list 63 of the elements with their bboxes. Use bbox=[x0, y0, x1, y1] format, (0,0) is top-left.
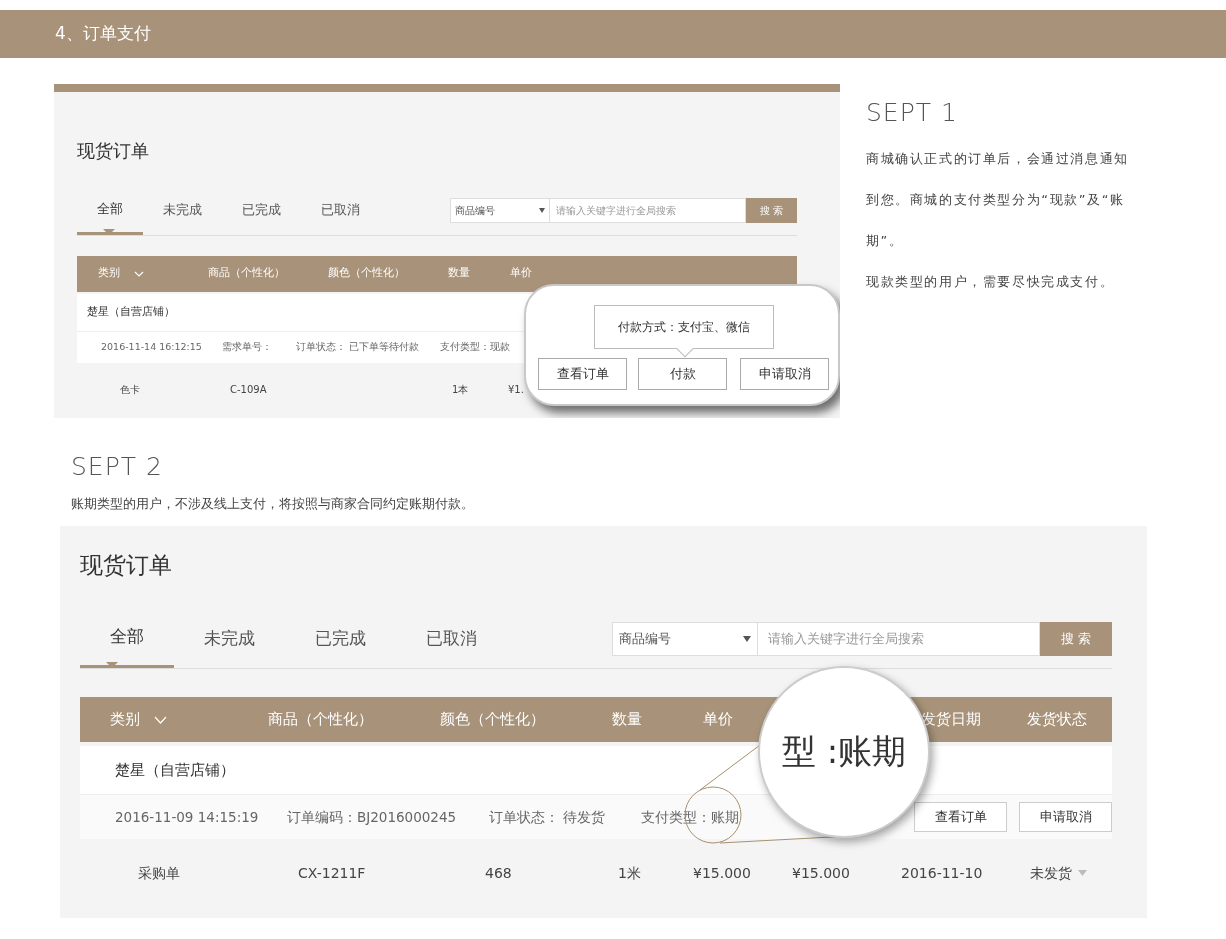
order-button[interactable]: 付款 bbox=[638, 358, 727, 390]
store-name: 楚星（自营店铺） bbox=[87, 303, 175, 320]
table-cell-text: C-109A bbox=[230, 383, 267, 398]
column-header: 类别 bbox=[110, 709, 140, 731]
magnified-text: 型 :账期 bbox=[781, 730, 907, 773]
tab[interactable]: 已完成 bbox=[222, 185, 301, 235]
search-field[interactable]: 请输入关键字进行全局搜索 bbox=[550, 197, 746, 223]
column-header: 发货状态 bbox=[1027, 709, 1087, 731]
order-field: 订单编码：BJ2016000245 bbox=[287, 808, 457, 825]
search-field[interactable]: 请输入关键字进行全局搜索 bbox=[758, 621, 1040, 656]
tab[interactable]: 已完成 bbox=[285, 609, 396, 669]
step-title: SEPT 2 bbox=[71, 452, 163, 482]
table-cell-text: CX-1211F bbox=[298, 863, 366, 883]
order-field: 支付类型：账期 bbox=[641, 808, 739, 825]
order-field: 2016-11-09 14:15:19 bbox=[115, 808, 259, 825]
step-title: SEPT 1 bbox=[866, 98, 959, 128]
table-cell-text: 采购单 bbox=[138, 863, 180, 883]
table-cell-text: ¥1. bbox=[508, 383, 524, 398]
table-cell-text: 468 bbox=[485, 863, 512, 883]
column-header: 商品（个性化） bbox=[268, 709, 373, 731]
step-description: 商城确认正式的订单后，会通过消息通知到您。商城的支付类型分为“现款”及“账期”。 bbox=[866, 150, 1130, 250]
category-select[interactable]: 商品编号 bbox=[612, 621, 758, 656]
page-title: 现货订单 bbox=[80, 551, 173, 580]
table-cell-text: 色卡 bbox=[120, 383, 140, 398]
column-header: 单价 bbox=[510, 265, 532, 282]
tab[interactable]: 已取消 bbox=[301, 185, 380, 235]
table-cell-text: ¥15.000 bbox=[693, 863, 751, 883]
column-header: 单价 bbox=[703, 709, 733, 731]
table-cell-text: 1本 bbox=[452, 383, 469, 398]
order-button[interactable]: 查看订单 bbox=[538, 358, 627, 390]
category-select[interactable]: 商品编号 bbox=[450, 197, 550, 223]
order-button[interactable]: 申请取消 bbox=[1019, 802, 1112, 833]
order-button[interactable]: 申请取消 bbox=[740, 358, 829, 390]
order-field: 订单状态： 待发货 bbox=[489, 808, 606, 825]
dropdown-arrow-icon bbox=[743, 635, 751, 642]
tab[interactable]: 已取消 bbox=[396, 609, 507, 669]
column-header: 类别 bbox=[98, 265, 120, 282]
table-cell-text: ¥15.000 bbox=[792, 863, 850, 883]
order-field: 2016-11-14 16:12:15 bbox=[101, 340, 202, 352]
table-cell-text: 2016-11-10 bbox=[901, 863, 983, 883]
table-cell-text: 1米 bbox=[618, 863, 641, 883]
order-button[interactable]: 查看订单 bbox=[914, 802, 1007, 833]
tooltip-text: 付款方式：支付宝、微信 bbox=[618, 319, 750, 336]
chevron-down-icon bbox=[134, 270, 144, 277]
chevron-down-icon bbox=[154, 715, 167, 724]
order-field: 订单状态： 已下单等待付款 bbox=[296, 340, 420, 352]
tab[interactable]: 未完成 bbox=[143, 185, 222, 235]
tab[interactable]: 未完成 bbox=[174, 609, 285, 669]
column-header: 颜色（个性化） bbox=[440, 709, 545, 731]
dropdown-arrow-icon bbox=[1078, 870, 1087, 877]
column-header: 商品（个性化） bbox=[208, 265, 285, 282]
section-title: 4、订单支付 bbox=[0, 10, 1226, 58]
column-header: 数量 bbox=[612, 709, 642, 731]
order-field: 支付类型：现款 bbox=[440, 340, 510, 352]
dropdown-arrow-icon bbox=[539, 207, 545, 213]
column-header: 数量 bbox=[448, 265, 470, 282]
column-header: 颜色（个性化） bbox=[328, 265, 405, 282]
table-cell-text: 未发货 bbox=[1030, 863, 1072, 883]
step-description: 账期类型的用户，不涉及线上支付，将按照与商家合同约定账期付款。 bbox=[71, 495, 475, 513]
page-title: 现货订单 bbox=[77, 140, 150, 162]
order-field: 需求单号： bbox=[222, 340, 272, 352]
step-description: 现款类型的用户，需要尽快完成支付。 bbox=[866, 273, 1116, 291]
store-name: 楚星（自营店铺） bbox=[115, 759, 235, 781]
